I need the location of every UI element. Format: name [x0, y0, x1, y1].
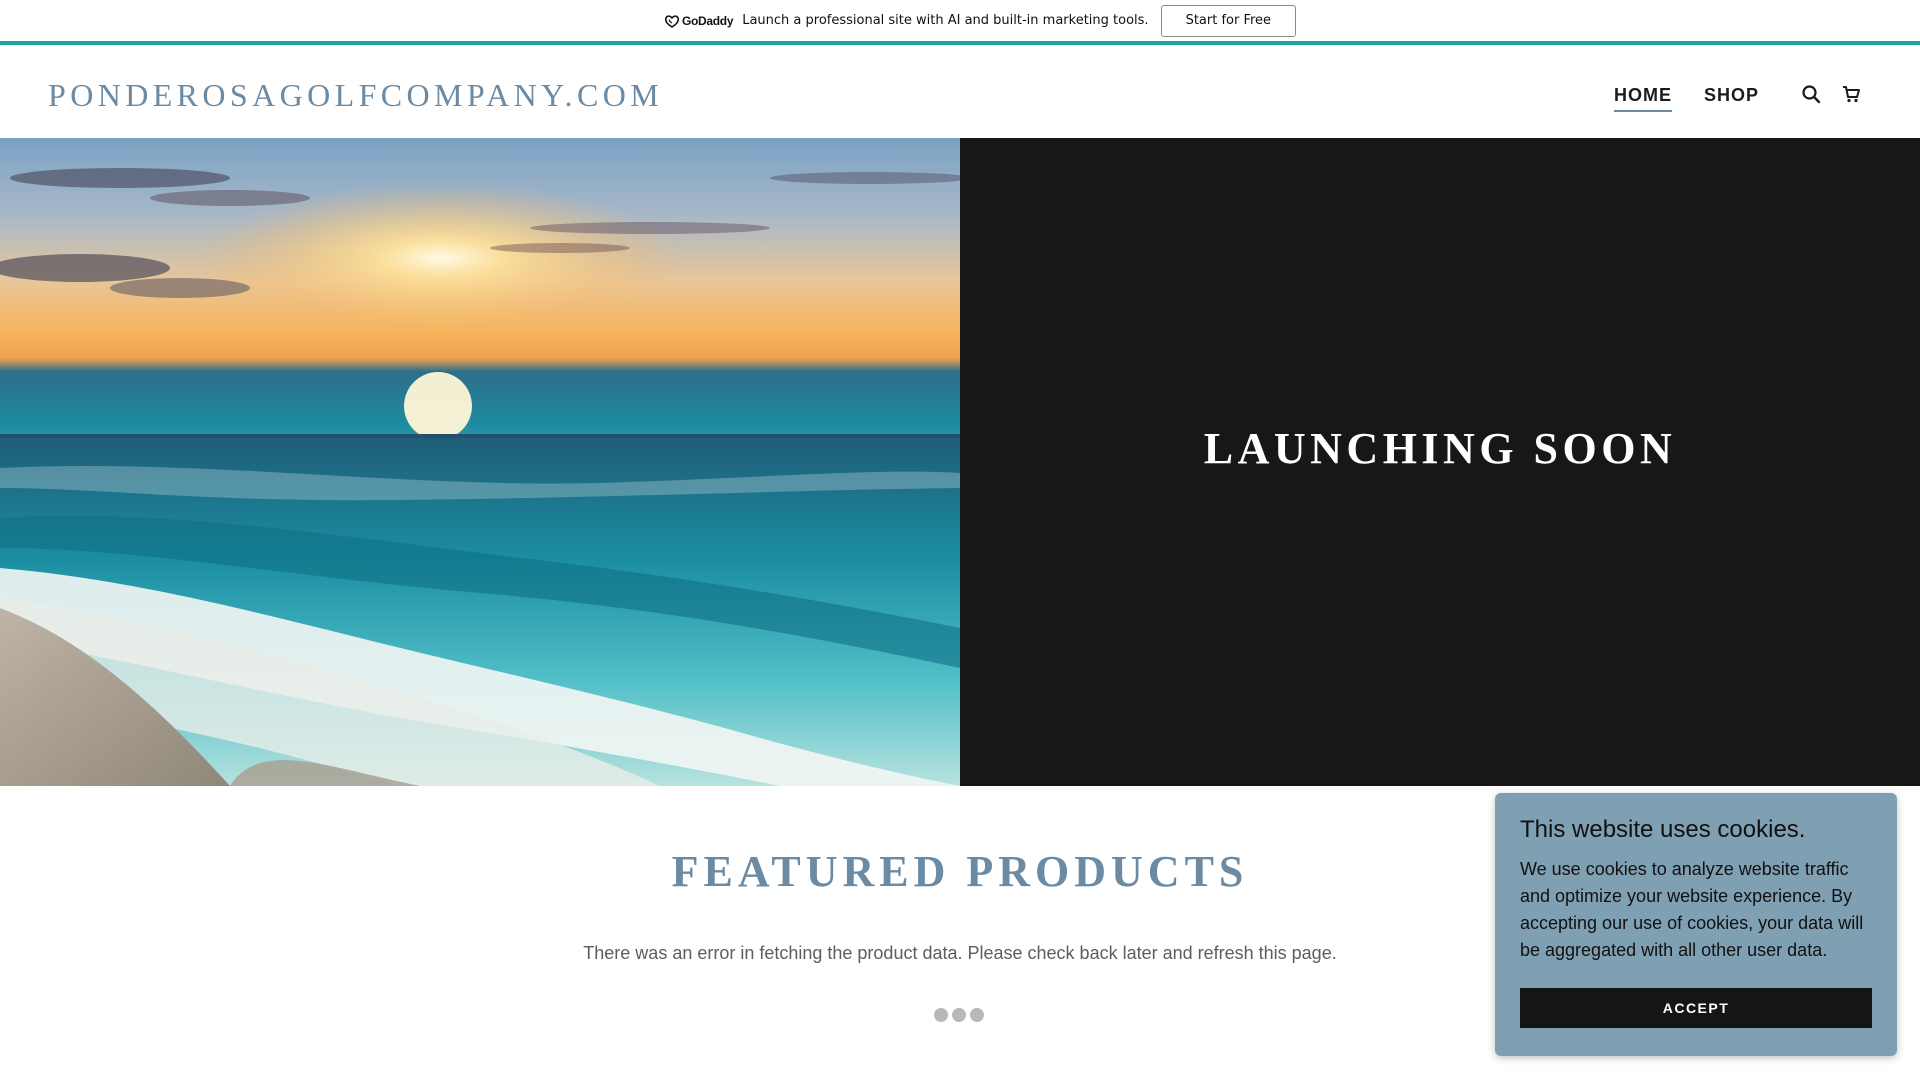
nav-home[interactable]: HOME — [1614, 85, 1672, 112]
godaddy-wordmark: GoDaddy — [681, 13, 734, 28]
site-logo[interactable]: PONDEROSAGOLFCOMPANY.COM — [48, 77, 663, 114]
cookie-title: This website uses cookies. — [1520, 816, 1806, 843]
hero-panel: LAUNCHING SOON — [960, 138, 1920, 786]
site-header: PONDEROSAGOLFCOMPANY.COM HOME SHOP — [0, 49, 1920, 138]
loading-indicator — [934, 1008, 988, 1022]
accept-cookies-button[interactable]: ACCEPT — [1520, 988, 1872, 1028]
loader-dot — [970, 1008, 984, 1022]
loader-dot — [952, 1008, 966, 1022]
cookie-banner: This website uses cookies. We use cookie… — [1495, 793, 1897, 1056]
beach-sunset-illustration — [0, 138, 960, 786]
hero-title: LAUNCHING SOON — [1203, 423, 1677, 473]
promo-text: Launch a professional site with AI and b… — [742, 13, 1149, 28]
search-icon[interactable] — [1800, 83, 1822, 105]
hero-section: LAUNCHING SOON — [0, 138, 1920, 786]
cookie-text: We use cookies to analyze website traffi… — [1520, 859, 1864, 960]
hero-image-beach-sunset — [0, 138, 960, 786]
start-for-free-button[interactable]: Start for Free — [1160, 4, 1297, 37]
godaddy-logo-icon — [664, 14, 679, 28]
cart-icon[interactable] — [1840, 83, 1862, 105]
promo-content: GoDaddy Launch a professional site with … — [664, 4, 1297, 37]
nav-shop[interactable]: SHOP — [1704, 85, 1759, 112]
main-nav: HOME SHOP — [1614, 85, 1791, 112]
godaddy-logo: GoDaddy — [664, 13, 734, 28]
promo-bar: GoDaddy Launch a professional site with … — [0, 0, 1920, 45]
loader-dot — [934, 1008, 948, 1022]
